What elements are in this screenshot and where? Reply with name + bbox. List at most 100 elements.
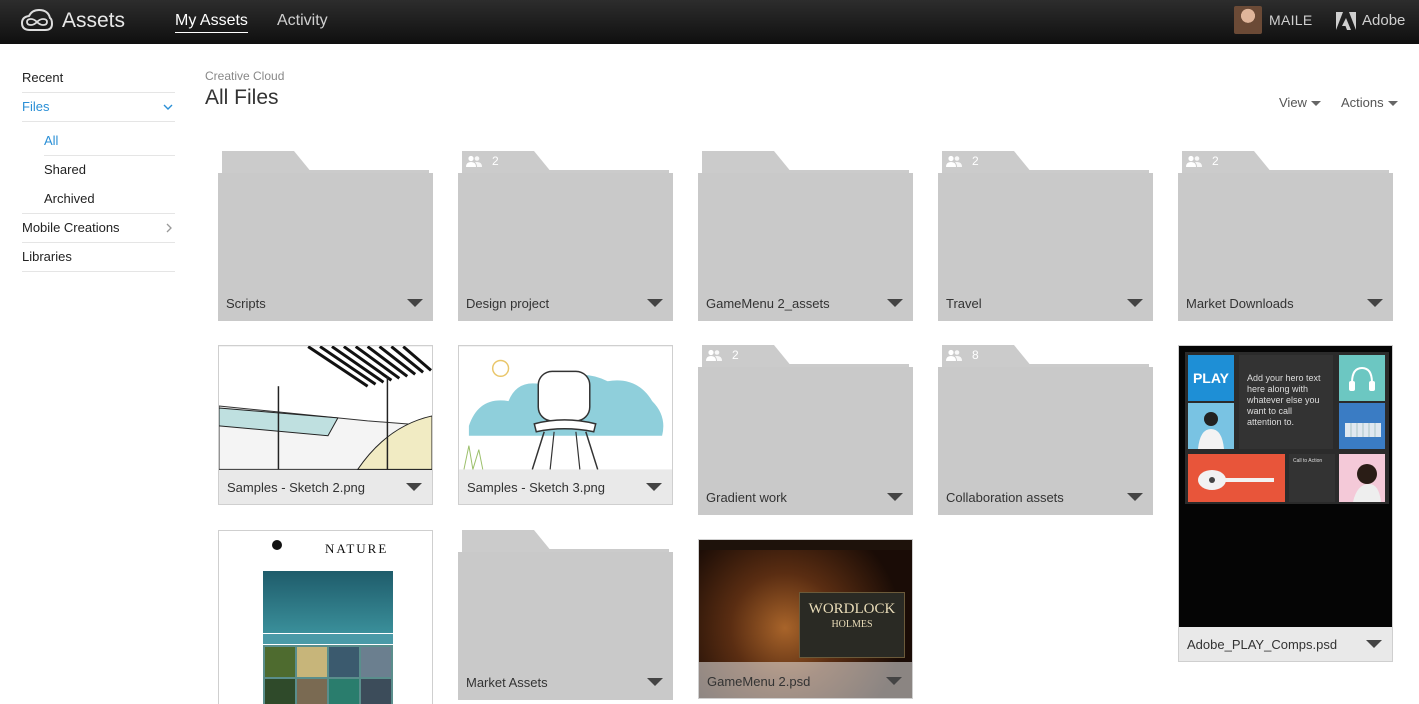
folder-card[interactable]: 2 Design project	[458, 151, 673, 321]
folder-card[interactable]: GameMenu 2_assets	[698, 151, 913, 321]
sidebar-item-archived[interactable]: Archived	[44, 185, 175, 214]
folder-name: Gradient work	[706, 490, 787, 505]
cta-tile: Call to Action	[1289, 454, 1335, 502]
dropdown-arrow-icon[interactable]	[1366, 640, 1382, 648]
users-icon	[946, 155, 962, 167]
hero-text-tile: Add your hero text here along with whate…	[1239, 355, 1333, 449]
portrait-tile	[1339, 454, 1385, 502]
shared-indicator: 2	[946, 154, 979, 168]
play-tile: PLAY	[1188, 355, 1234, 401]
dropdown-arrow-icon[interactable]	[1367, 299, 1383, 307]
sidebar-item-recent[interactable]: Recent	[22, 64, 175, 93]
avatar[interactable]	[1234, 6, 1262, 34]
shared-indicator: 2	[706, 348, 739, 362]
dropdown-arrow-icon[interactable]	[886, 677, 902, 685]
shared-count: 2	[732, 348, 739, 362]
folder-card[interactable]: Market Assets	[458, 530, 673, 700]
caret-down-icon	[1310, 101, 1321, 107]
dropdown-arrow-icon[interactable]	[646, 483, 662, 491]
folder-name: Scripts	[226, 296, 266, 311]
headphones-tile	[1339, 355, 1385, 401]
file-name: Adobe_PLAY_Comps.psd	[1187, 637, 1338, 652]
file-card[interactable]: PLAY Add your hero text here along with …	[1178, 345, 1393, 662]
folder-name: Market Assets	[466, 675, 548, 690]
nature-hero-image	[263, 571, 393, 633]
folder-card[interactable]: Scripts	[218, 151, 433, 321]
users-icon	[706, 349, 722, 361]
sidebar-item-all[interactable]: All	[44, 127, 175, 156]
person-tile	[1188, 403, 1234, 449]
users-icon	[466, 155, 482, 167]
shared-indicator: 2	[466, 154, 499, 168]
game-subtitle: HOLMES	[831, 619, 873, 630]
dropdown-arrow-icon[interactable]	[647, 678, 663, 686]
sidebar-item-mobile-creations[interactable]: Mobile Creations	[22, 214, 175, 243]
folder-name: Collaboration assets	[946, 490, 1064, 505]
users-icon	[946, 349, 962, 361]
file-name: Samples - Sketch 2.png	[227, 480, 366, 495]
sidebar-item-label: Libraries	[22, 249, 72, 264]
folder-name: Market Downloads	[1186, 296, 1294, 311]
shared-count: 2	[1212, 154, 1219, 168]
chevron-down-icon	[163, 104, 173, 110]
sidebar-item-label: All	[44, 133, 59, 148]
tab-activity[interactable]: Activity	[277, 12, 328, 30]
file-card[interactable]: Samples - Sketch 3.png	[458, 345, 673, 505]
tab-my-assets[interactable]: My Assets	[175, 12, 248, 33]
folder-name: GameMenu 2_assets	[706, 296, 830, 311]
title-panel: WORDLOCK HOLMES	[799, 592, 905, 658]
thumb-menu-bar	[699, 540, 912, 550]
file-card[interactable]: NATURE	[218, 530, 433, 704]
sidebar-item-shared[interactable]: Shared	[44, 156, 175, 185]
view-label: View	[1279, 95, 1307, 110]
play-comps-thumbnail: PLAY Add your hero text here along with …	[1179, 346, 1392, 627]
game-title: WORDLOCK	[808, 601, 896, 617]
file-card[interactable]: Samples - Sketch 2.png	[218, 345, 433, 505]
folder-card[interactable]: 2 Market Downloads	[1178, 151, 1393, 321]
adobe-label[interactable]: Adobe	[1362, 12, 1405, 29]
top-bar: Assets My Assets Activity MAILE Adobe	[0, 0, 1419, 44]
sidebar-item-label: Recent	[22, 70, 64, 85]
actions-menu-button[interactable]: Actions	[1341, 95, 1398, 110]
app-title: Assets	[62, 9, 126, 32]
caret-down-icon	[1387, 101, 1398, 107]
file-name: GameMenu 2.psd	[707, 674, 811, 689]
sketch-2-thumbnail	[219, 346, 432, 470]
dropdown-arrow-icon[interactable]	[1127, 299, 1143, 307]
adobe-logo-icon[interactable]	[1336, 12, 1356, 30]
headphones-icon	[1349, 366, 1375, 391]
person-image-icon	[1198, 412, 1224, 449]
dropdown-arrow-icon[interactable]	[407, 299, 423, 307]
sidebar-item-label: Files	[22, 99, 50, 114]
sidebar-item-label: Mobile Creations	[22, 220, 120, 235]
dropdown-arrow-icon[interactable]	[406, 483, 422, 491]
keyboard-tile	[1339, 403, 1385, 449]
dropdown-arrow-icon[interactable]	[887, 299, 903, 307]
creative-cloud-logo-icon[interactable]	[21, 9, 53, 33]
shared-count: 2	[492, 154, 499, 168]
users-icon	[1186, 155, 1202, 167]
portrait-image-icon	[1353, 464, 1381, 502]
file-name: Samples - Sketch 3.png	[467, 480, 606, 495]
user-name[interactable]: MAILE	[1269, 12, 1313, 28]
folder-card[interactable]: 2 Travel	[938, 151, 1153, 321]
folder-card[interactable]: 2 Gradient work	[698, 345, 913, 515]
dropdown-arrow-icon[interactable]	[1127, 493, 1143, 501]
breadcrumb[interactable]: Creative Cloud	[205, 69, 284, 83]
nature-title: NATURE	[325, 541, 389, 556]
sidebar-item-label: Shared	[44, 162, 86, 177]
sidebar-item-libraries[interactable]: Libraries	[22, 243, 175, 272]
view-menu-button[interactable]: View	[1279, 95, 1321, 110]
actions-label: Actions	[1341, 95, 1384, 110]
sidebar-item-files[interactable]: Files	[22, 93, 175, 122]
file-card[interactable]: WORDLOCK HOLMES GameMenu 2.psd	[698, 539, 913, 699]
dropdown-arrow-icon[interactable]	[647, 299, 663, 307]
nature-thumbnail: NATURE	[219, 531, 432, 704]
folder-name: Travel	[946, 296, 982, 311]
folder-name: Design project	[466, 296, 550, 311]
guitar-tile	[1188, 454, 1285, 502]
shared-indicator: 2	[1186, 154, 1219, 168]
dropdown-arrow-icon[interactable]	[887, 493, 903, 501]
guitar-icon	[1198, 470, 1274, 490]
folder-card[interactable]: 8 Collaboration assets	[938, 345, 1153, 515]
